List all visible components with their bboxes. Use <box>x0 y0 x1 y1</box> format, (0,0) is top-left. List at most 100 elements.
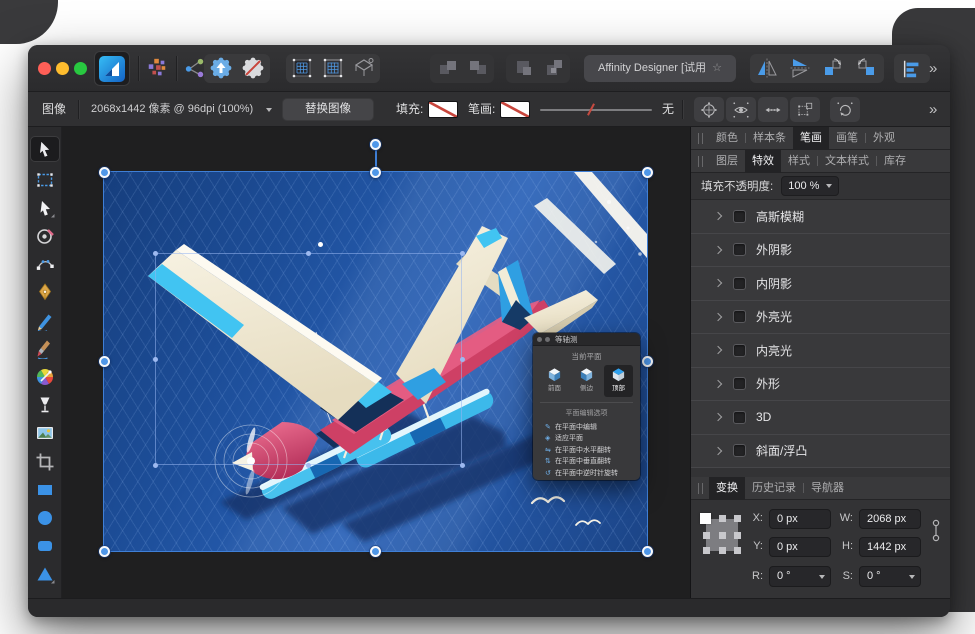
anchor-center[interactable] <box>719 532 726 539</box>
effect-row-outer-shadow[interactable]: 外阴影 <box>691 234 950 268</box>
iso-option-flip-horizontal[interactable]: ⇋ 在平面中水平翻转 <box>533 444 640 456</box>
tab-stroke[interactable]: 笔画 <box>793 127 829 150</box>
preview-mode-button[interactable] <box>726 97 756 122</box>
child-handle[interactable] <box>306 463 311 468</box>
canvas[interactable]: 等轴测 当前平面 前面 <box>62 127 690 598</box>
tab-layers[interactable]: 图层 <box>709 150 745 173</box>
y-input[interactable]: 0 px <box>769 537 831 557</box>
child-handle[interactable] <box>460 357 465 362</box>
rotation-handle[interactable] <box>370 139 381 150</box>
effect-row-3d[interactable]: 3D <box>691 401 950 435</box>
anchor-top-right[interactable] <box>734 515 741 522</box>
plane-front-button[interactable]: 前面 <box>540 365 569 397</box>
rotate-cw-button[interactable] <box>854 56 878 85</box>
transform-objects-button[interactable] <box>790 97 820 122</box>
tab-swatches[interactable]: 样本条 <box>746 127 793 150</box>
iso-option-rotate-cw[interactable]: ↻ 在平面中顺时针旋转 <box>533 479 640 481</box>
fill-opacity-dropdown[interactable]: 100 % <box>781 176 839 196</box>
child-handle[interactable] <box>153 463 158 468</box>
tab-brushes[interactable]: 画笔 <box>829 127 865 150</box>
expand-chevron-icon[interactable] <box>714 246 722 254</box>
child-handle[interactable] <box>306 251 311 256</box>
tool-artboard[interactable] <box>34 169 55 190</box>
x-input[interactable]: 0 px <box>769 509 831 529</box>
close-button[interactable] <box>38 62 51 75</box>
effect-row-inner-glow[interactable]: 内亮光 <box>691 334 950 368</box>
selection-handle-bottom-left[interactable] <box>99 546 110 557</box>
context-overflow-chevron[interactable]: » <box>929 101 936 118</box>
tool-vector-brush[interactable] <box>34 338 55 359</box>
effect-row-outline[interactable]: 外形 <box>691 368 950 402</box>
designer-persona-button[interactable] <box>94 51 130 86</box>
snap-center-button[interactable] <box>694 97 724 122</box>
plane-manager-button[interactable] <box>352 56 376 85</box>
tab-transform[interactable]: 变换 <box>709 477 745 500</box>
replace-image-button[interactable]: 替换图像 <box>282 98 374 121</box>
h-input[interactable]: 1442 px <box>859 537 921 557</box>
tool-ellipse[interactable] <box>34 507 55 528</box>
iso-option-flip-vertical[interactable]: ⇅ 在平面中垂直翻转 <box>533 456 640 468</box>
show-grid-button[interactable] <box>290 56 314 85</box>
isometric-panel[interactable]: 等轴测 当前平面 前面 <box>533 333 640 480</box>
child-handle[interactable] <box>153 357 158 362</box>
child-handle[interactable] <box>460 463 465 468</box>
tab-stock[interactable]: 库存 <box>877 150 913 173</box>
effect-checkbox[interactable] <box>733 210 746 223</box>
child-handle[interactable] <box>153 251 158 256</box>
effect-row-inner-shadow[interactable]: 内阴影 <box>691 267 950 301</box>
tool-transparency[interactable] <box>34 395 55 416</box>
zoom-button[interactable] <box>74 62 87 75</box>
expand-chevron-icon[interactable] <box>714 447 722 455</box>
effect-checkbox[interactable] <box>733 310 746 323</box>
flip-horizontal-button[interactable] <box>755 56 779 85</box>
tool-node-edit[interactable] <box>34 254 55 275</box>
anchor-mid-left[interactable] <box>703 532 710 539</box>
rotate-ccw-button[interactable] <box>821 56 845 85</box>
tab-styles[interactable]: 样式 <box>781 150 817 173</box>
selection-handle-bottom-right[interactable] <box>642 546 653 557</box>
flip-vertical-button[interactable] <box>788 56 812 85</box>
effect-row-gaussian-blur[interactable]: 高斯模糊 <box>691 200 950 234</box>
effect-checkbox[interactable] <box>733 444 746 457</box>
plane-side-button[interactable]: 侧边 <box>572 365 601 397</box>
expand-chevron-icon[interactable] <box>714 313 722 321</box>
panel-grip-icon[interactable] <box>698 133 703 144</box>
expand-chevron-icon[interactable] <box>714 413 722 421</box>
image-dimensions-dropdown[interactable]: 2068x1442 像素 @ 96dpi (100%) <box>91 92 253 127</box>
scale-horizontal-button[interactable] <box>758 97 788 122</box>
tool-rounded-rectangle[interactable] <box>34 536 55 557</box>
tool-fill-gradient[interactable] <box>34 367 55 388</box>
selection-handle-top-left[interactable] <box>99 167 110 178</box>
tool-rectangle[interactable] <box>34 479 55 500</box>
anchor-bottom-right[interactable] <box>734 547 741 554</box>
rotation-dropdown[interactable]: 0 ° <box>769 566 831 587</box>
anchor-bottom-left[interactable] <box>703 547 710 554</box>
insert-replace-button[interactable] <box>542 56 566 85</box>
panel-grip-icon[interactable] <box>698 156 703 167</box>
selection-handle-top-right[interactable] <box>642 167 653 178</box>
effect-checkbox[interactable] <box>733 243 746 256</box>
iso-option-rotate-ccw[interactable]: ↺ 在平面中逆时针旋转 <box>533 467 640 479</box>
effect-checkbox[interactable] <box>733 377 746 390</box>
iso-option-fit-to-plane[interactable]: ◈ 适应平面 <box>533 433 640 445</box>
rotate-selection-button[interactable] <box>830 97 860 122</box>
w-input[interactable]: 2068 px <box>859 509 921 529</box>
tab-navigator[interactable]: 导航器 <box>804 477 851 500</box>
tab-text-styles[interactable]: 文本样式 <box>818 150 876 173</box>
selection-handle-mid-right[interactable] <box>642 356 653 367</box>
effect-checkbox[interactable] <box>733 411 746 424</box>
panel-close-icon[interactable] <box>537 337 542 342</box>
insert-on-top-button[interactable] <box>466 56 490 85</box>
effect-row-outer-glow[interactable]: 外亮光 <box>691 301 950 335</box>
expand-chevron-icon[interactable] <box>714 380 722 388</box>
tool-triangle[interactable] <box>34 564 55 585</box>
export-persona-button[interactable] <box>184 57 206 84</box>
iso-option-edit-in-plane[interactable]: ✎ 在平面中编辑 <box>533 421 640 433</box>
anchor-top-left[interactable] <box>700 513 711 524</box>
pixel-persona-button[interactable] <box>146 57 168 84</box>
effect-checkbox[interactable] <box>733 344 746 357</box>
panel-collapse-icon[interactable] <box>545 337 550 342</box>
minimize-button[interactable] <box>56 62 69 75</box>
badge-disabled-button[interactable] <box>241 56 265 85</box>
selection-handle-top-center[interactable] <box>370 167 381 178</box>
